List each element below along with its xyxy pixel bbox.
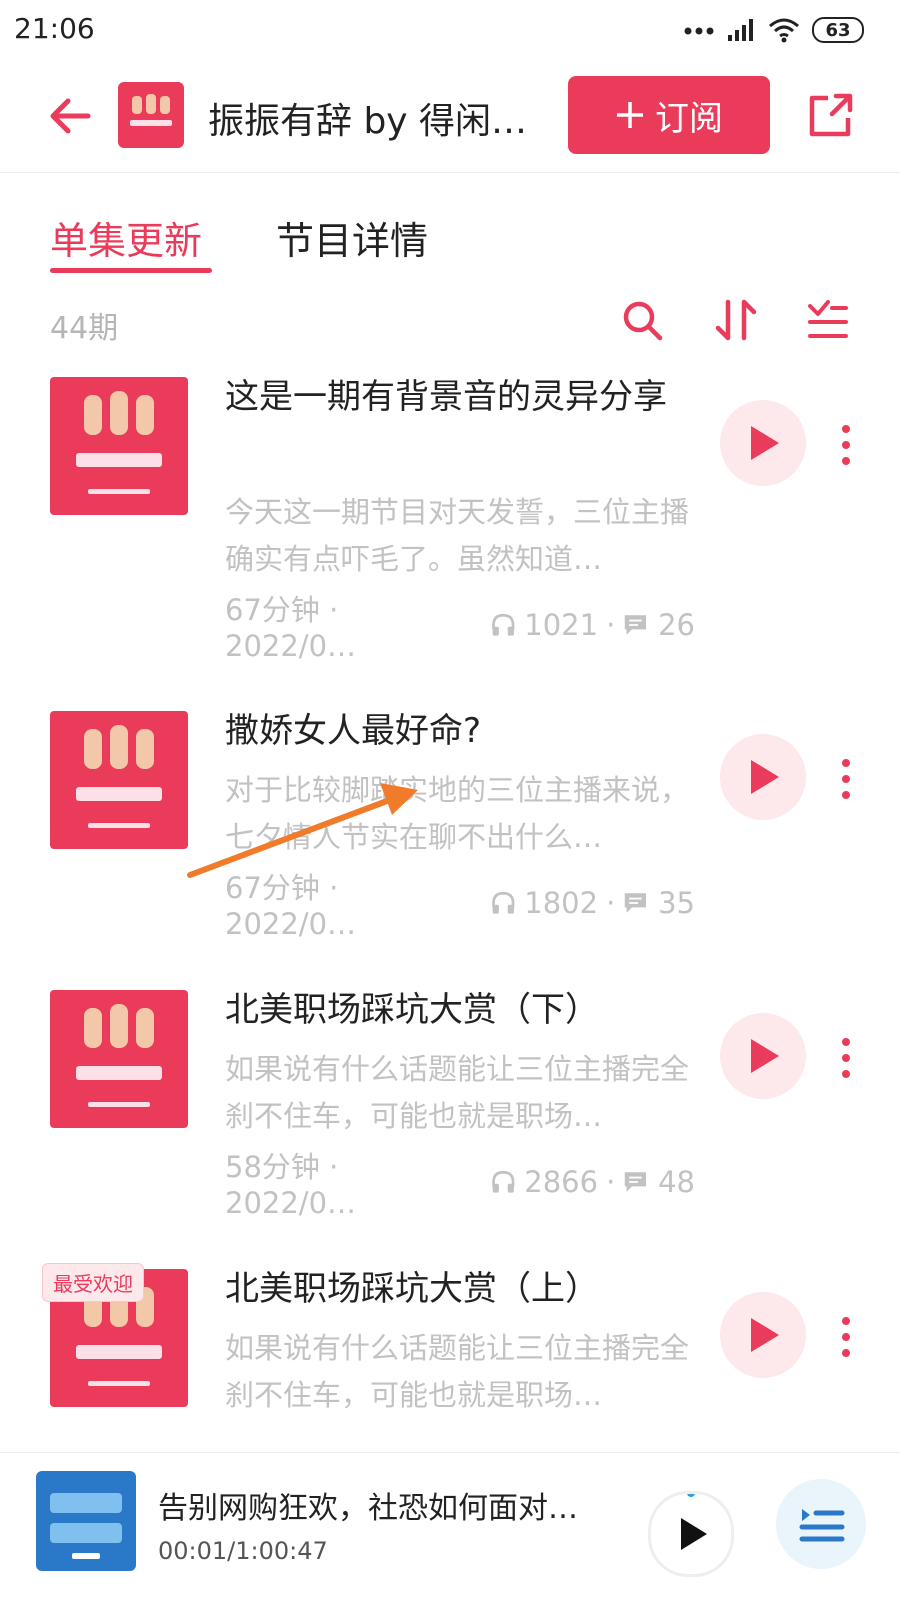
play-icon [751, 1318, 779, 1352]
signal-icon [728, 19, 753, 41]
episode-plays: 2866 [524, 1165, 599, 1199]
playlist-icon [799, 1509, 845, 1542]
episode-comments: 48 [658, 1165, 695, 1199]
episode-title: 北美职场踩坑大赏（上） [225, 1269, 599, 1309]
episode-comments: 26 [658, 608, 695, 642]
dots-icon [684, 27, 714, 35]
top-bar: 振振有辞 by 得闲… 订阅 [0, 64, 900, 173]
comment-icon [625, 893, 647, 913]
subscribe-label: 订阅 [655, 98, 723, 139]
share-icon[interactable] [806, 90, 856, 140]
more-vertical-icon[interactable] [838, 1036, 854, 1080]
battery-icon: 63 [812, 17, 864, 43]
meta-separator: · [606, 886, 616, 920]
back-arrow-icon[interactable] [44, 90, 96, 142]
episode-meta: 67分钟 · 2022/0… 1021 · 26 [225, 593, 695, 663]
wifi-icon [769, 18, 799, 43]
episode-description: 如果说有什么话题能让三位主播完全刹不住车，可能也就是职场… [225, 1331, 690, 1412]
now-playing-cover [36, 1471, 136, 1571]
episode-meta: 67分钟 · 2022/0… 1802 · 35 [225, 871, 695, 941]
podcast-title: 振振有辞 by 得闲… [208, 101, 528, 142]
tab-active-indicator [50, 268, 212, 273]
meta-separator: · [606, 608, 616, 642]
comment-icon [625, 615, 647, 635]
play-button[interactable] [720, 400, 806, 486]
play-button[interactable] [720, 1013, 806, 1099]
episode-plays: 1021 [524, 608, 599, 642]
cover-art [50, 1493, 122, 1559]
comment-icon [625, 1172, 647, 1192]
playlist-button[interactable] [776, 1479, 866, 1569]
episode-plays: 1802 [524, 886, 599, 920]
meta-separator: · [606, 1165, 616, 1199]
subscribe-button[interactable]: 订阅 [568, 76, 770, 154]
episode-count: 44期 [50, 311, 119, 346]
episode-duration-date: 67分钟 · 2022/0… [225, 593, 357, 663]
play-icon [751, 1039, 779, 1073]
episode-item[interactable]: 撒娇女人最好命? 对于比较脚踏实地的三位主播来说，七夕情人节实在聊不出什么… 6… [0, 711, 900, 971]
episode-comments: 35 [658, 886, 695, 920]
status-time: 21:06 [14, 12, 95, 45]
status-bar: 21:06 63 [0, 0, 900, 64]
episode-meta: 58分钟 · 2022/0… 2866 · 48 [225, 1150, 695, 1220]
episode-item[interactable]: 这是一期有背景音的灵异分享 今天这一期节目对天发誓，三位主播确实有点吓毛了。虽然… [0, 377, 900, 663]
battery-level: 63 [825, 19, 851, 41]
play-icon [681, 1489, 707, 1550]
headphones-icon [491, 1170, 515, 1193]
episode-cover [50, 377, 188, 515]
mini-player[interactable]: 告别网购狂欢，社恐如何面对… 00:01/1:00:47 [0, 1452, 900, 1601]
more-vertical-icon[interactable] [838, 757, 854, 801]
tab-episodes[interactable]: 单集更新 [50, 210, 202, 265]
plus-icon [617, 102, 643, 128]
cover-hands-art [76, 725, 162, 828]
episode-title: 北美职场踩坑大赏（下） [225, 990, 599, 1030]
episode-title: 撒娇女人最好命? [225, 711, 482, 751]
episode-description: 如果说有什么话题能让三位主播完全刹不住车，可能也就是职场… [225, 1052, 690, 1133]
play-button[interactable] [720, 734, 806, 820]
cover-hands-art [130, 94, 172, 126]
episode-cover [50, 990, 188, 1128]
cover-hands-art [76, 1004, 162, 1107]
search-icon[interactable] [620, 298, 664, 342]
sort-icon[interactable] [714, 298, 758, 342]
episode-description: 对于比较脚踏实地的三位主播来说，七夕情人节实在聊不出什么… [225, 773, 690, 854]
episode-description: 今天这一期节目对天发誓，三位主播确实有点吓毛了。虽然知道… [225, 495, 690, 576]
episode-title: 这是一期有背景音的灵异分享 [225, 377, 667, 417]
podcast-cover-thumbnail [118, 82, 184, 148]
episode-cover [50, 711, 188, 849]
episode-duration-date: 67分钟 · 2022/0… [225, 871, 357, 941]
tab-details[interactable]: 节目详情 [276, 210, 428, 265]
more-vertical-icon[interactable] [838, 423, 854, 467]
more-vertical-icon[interactable] [838, 1315, 854, 1359]
now-playing-title: 告别网购狂欢，社恐如何面对… [158, 1491, 578, 1526]
mini-play-button[interactable] [648, 1489, 734, 1577]
episode-duration-date: 58分钟 · 2022/0… [225, 1150, 357, 1220]
play-icon [751, 760, 779, 794]
episode-item[interactable]: 北美职场踩坑大赏（下） 如果说有什么话题能让三位主播完全刹不住车，可能也就是职场… [0, 990, 900, 1250]
headphones-icon [491, 891, 515, 914]
play-button[interactable] [720, 1292, 806, 1378]
popular-badge: 最受欢迎 [42, 1263, 144, 1302]
now-playing-time: 00:01/1:00:47 [158, 1537, 328, 1565]
status-icons: 63 [684, 14, 864, 46]
filter-icon[interactable] [806, 298, 850, 342]
cover-hands-art [76, 391, 162, 494]
play-icon [751, 426, 779, 460]
headphones-icon [491, 613, 515, 636]
